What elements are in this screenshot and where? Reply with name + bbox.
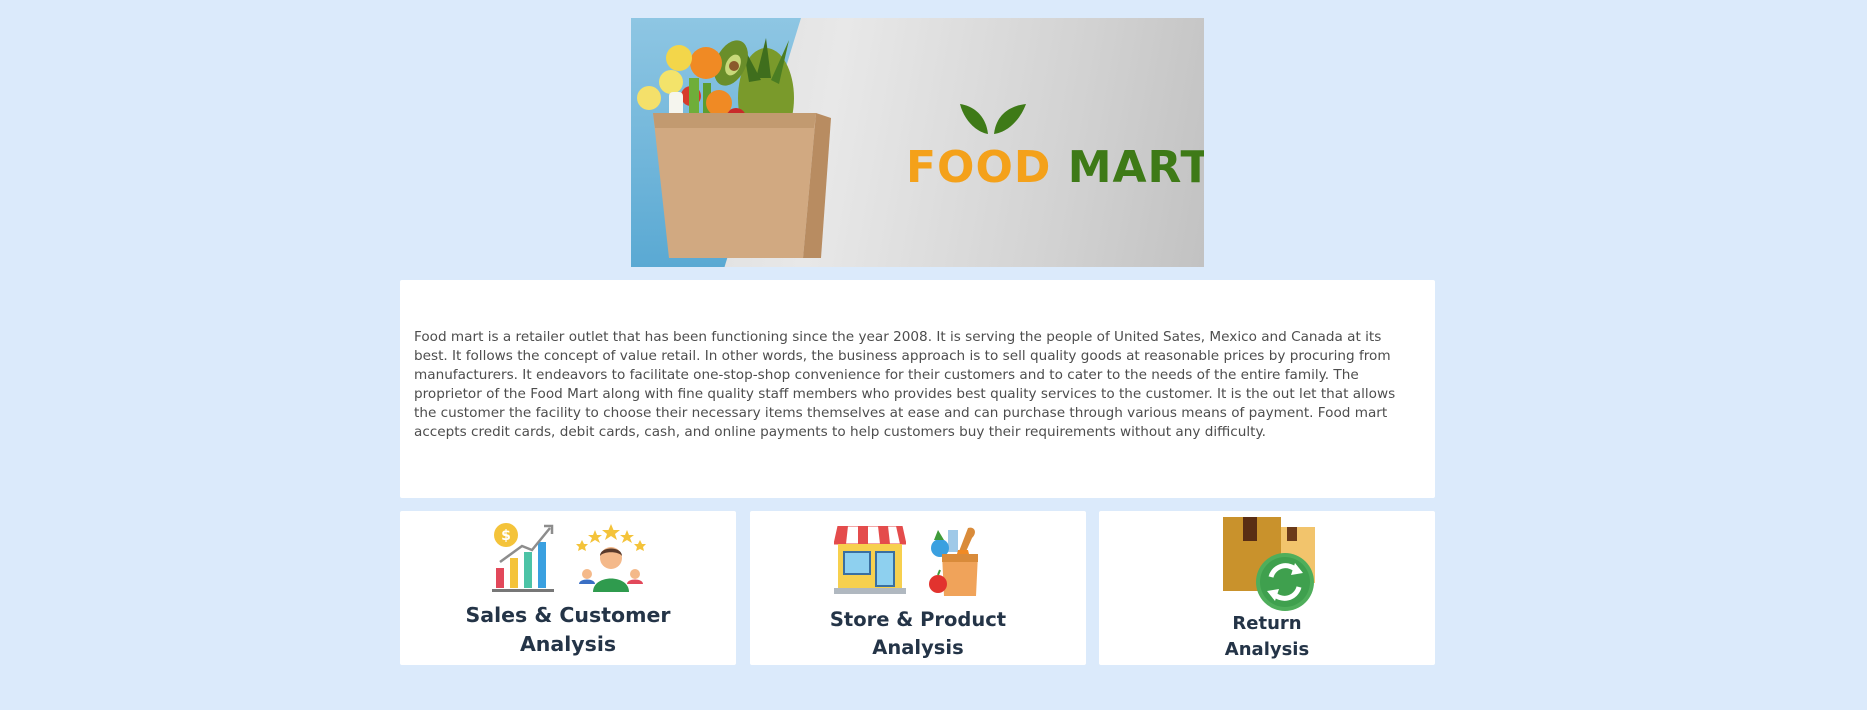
customer-rating-icon xyxy=(576,524,646,592)
svg-text:$: $ xyxy=(501,528,511,544)
card-title: Store & Product Analysis xyxy=(750,606,1086,662)
about-card: Food mart is a retailer outlet that has … xyxy=(400,280,1435,498)
card-title-line1: Return xyxy=(1232,613,1302,634)
return-box-icon xyxy=(1223,517,1315,611)
return-analysis-card[interactable]: Return Analysis xyxy=(1099,511,1435,665)
logo-food-text: FOOD xyxy=(906,142,1052,193)
sales-customer-analysis-card[interactable]: $ Sales & Customer Analysis xyxy=(400,511,736,665)
banner-image: FOOD MART xyxy=(631,18,1204,267)
card-title-line1: Sales & Customer xyxy=(465,603,671,627)
card-title-line2: Analysis xyxy=(1224,639,1310,660)
logo-mart-text: MART xyxy=(1067,142,1204,193)
sales-chart-icon: $ xyxy=(492,523,554,592)
card-title: Sales & Customer Analysis xyxy=(400,601,736,659)
food-mart-logo: FOOD MART xyxy=(906,98,1204,198)
card-title-line2: Analysis xyxy=(872,636,964,659)
logo-text: FOOD MART xyxy=(906,142,1204,193)
leaf-icon xyxy=(960,104,1026,134)
about-text: Food mart is a retailer outlet that has … xyxy=(414,329,1396,440)
grocery-bag-illustration xyxy=(637,38,831,258)
store-product-analysis-card[interactable]: Store & Product Analysis xyxy=(750,511,1086,665)
card-title: Return Analysis xyxy=(1099,611,1435,663)
card-title-line1: Store & Product xyxy=(829,608,1007,631)
store-icon xyxy=(834,526,906,594)
card-title-line2: Analysis xyxy=(519,632,617,656)
grocery-bag-icon xyxy=(929,527,978,596)
